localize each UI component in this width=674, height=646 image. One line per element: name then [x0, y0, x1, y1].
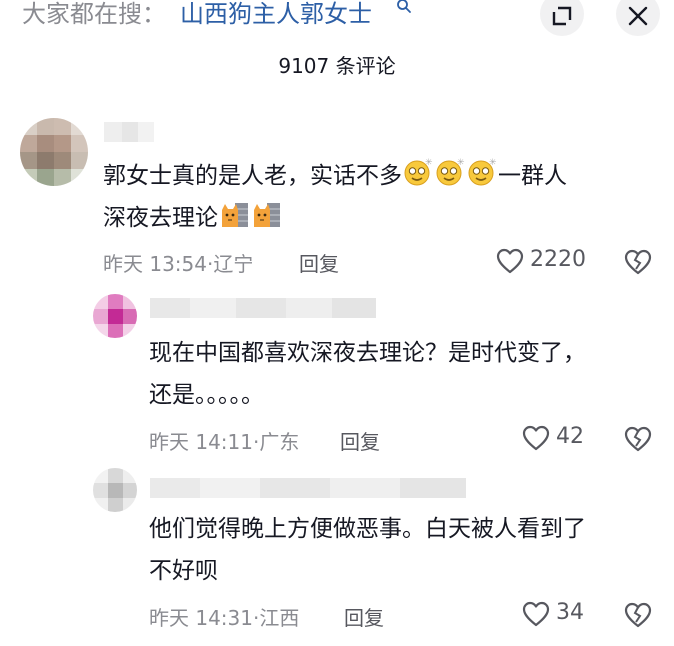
top-bar: 大家都在搜： 山西狗主人郭女士: [0, 0, 674, 40]
dislike-icon[interactable]: [624, 248, 652, 276]
search-suggestion-prefix: 大家都在搜：: [22, 0, 166, 28]
avatar[interactable]: [20, 118, 88, 186]
svg-text:✳: ✳: [489, 158, 497, 168]
comment-meta: 昨天 14:31·江西: [149, 606, 300, 630]
comment-text: 现在中国都喜欢深夜去理论？是时代变了， 还是。。。。。: [149, 340, 586, 408]
username-blurred[interactable]: [150, 478, 466, 498]
like-count: 2220: [530, 247, 586, 272]
dislike-icon[interactable]: [624, 601, 652, 629]
avatar[interactable]: [93, 468, 137, 512]
dislike-icon[interactable]: [624, 425, 652, 453]
dizzy-face-emoji: ✳: [436, 158, 465, 186]
expand-button[interactable]: [540, 0, 584, 36]
username-blurred[interactable]: [104, 122, 154, 142]
comment-meta: 昨天 13:54·辽宁: [103, 252, 254, 276]
svg-text:✳: ✳: [425, 158, 433, 168]
svg-text:✳: ✳: [457, 158, 465, 168]
expand-icon: [552, 6, 572, 26]
comment-meta: 昨天 14:11·广东: [149, 430, 300, 454]
reply-button[interactable]: 回复: [340, 426, 380, 455]
reply-button[interactable]: 回复: [299, 248, 339, 277]
close-button[interactable]: [616, 0, 660, 36]
heart-icon: [522, 425, 550, 451]
username-blurred[interactable]: [150, 298, 376, 318]
search-suggestion-link[interactable]: 山西狗主人郭女士: [180, 0, 372, 29]
dizzy-face-emoji: ✳: [468, 158, 497, 186]
comment-time: 昨天 14:31: [149, 606, 253, 630]
like-count: 34: [556, 600, 584, 625]
reply-button[interactable]: 回复: [344, 602, 384, 631]
heart-icon: [496, 248, 524, 274]
comment-location: 广东: [259, 430, 300, 454]
cat-wall-emoji: [222, 203, 248, 227]
comment-location: 江西: [259, 606, 300, 630]
comment-location: 辽宁: [213, 252, 254, 276]
like-count: 42: [556, 424, 584, 449]
comment-time: 昨天 14:11: [149, 430, 253, 454]
comment-time: 昨天 13:54: [103, 252, 207, 276]
comment-text: 他们觉得晚上方便做恶事。白天被人看到了 不好呗: [149, 516, 586, 584]
dizzy-face-emoji: ✳: [404, 158, 433, 186]
close-icon: [628, 6, 648, 26]
search-icon[interactable]: [396, 0, 412, 14]
heart-icon: [522, 601, 550, 627]
avatar[interactable]: [93, 294, 137, 338]
cat-wall-emoji: [254, 203, 280, 227]
comments-count-title: 9107 条评论: [278, 54, 396, 78]
comment-text: 郭女士真的是人老，实话不多 ✳ ✳ ✳ 一群人 深夜去理论: [103, 158, 567, 231]
